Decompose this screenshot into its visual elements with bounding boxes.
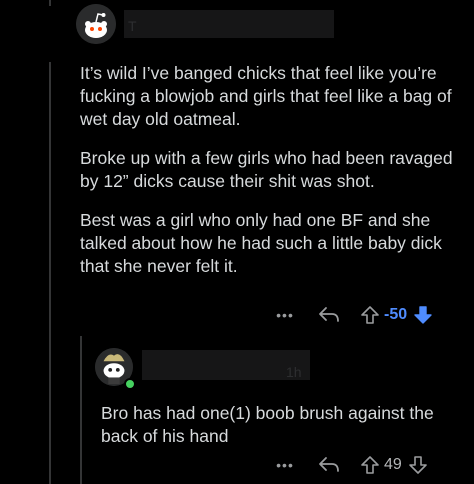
comment-paragraph: Best was a girl who only had one BF and …	[80, 210, 442, 276]
reply-body: Bro has had one(1) boob brush against th…	[101, 403, 434, 446]
comment-body: It’s wild I’ve banged chicks that feel l…	[80, 62, 464, 294]
username-redacted[interactable]	[124, 10, 334, 38]
snoo-avatar-icon	[76, 4, 116, 44]
downvote-icon[interactable]	[408, 455, 428, 475]
comment-timestamp: 1h	[286, 364, 302, 380]
vote-score: 49	[384, 456, 402, 473]
thread-line-top	[49, 0, 51, 6]
reply-icon[interactable]	[318, 306, 340, 324]
avatar[interactable]	[76, 4, 116, 44]
thread-line[interactable]	[49, 62, 51, 484]
comment-actions: ••• 49	[272, 454, 428, 476]
more-options-button[interactable]: •••	[272, 457, 298, 473]
reply-icon[interactable]	[318, 456, 340, 474]
vote-score: -50	[384, 306, 408, 323]
username[interactable]: T	[128, 18, 137, 34]
upvote-icon[interactable]	[360, 305, 380, 325]
reply-thread-line[interactable]	[80, 336, 82, 484]
username-redacted[interactable]	[142, 350, 310, 380]
upvote-icon[interactable]	[360, 455, 380, 475]
more-options-button[interactable]: •••	[272, 307, 298, 323]
downvote-icon[interactable]	[413, 305, 433, 325]
comment-paragraph: It’s wild I’ve banged chicks that feel l…	[80, 63, 452, 129]
comment-paragraph: Broke up with a few girls who had been r…	[80, 148, 453, 191]
comment-actions: ••• -50	[272, 304, 433, 326]
online-status-indicator	[124, 378, 136, 390]
